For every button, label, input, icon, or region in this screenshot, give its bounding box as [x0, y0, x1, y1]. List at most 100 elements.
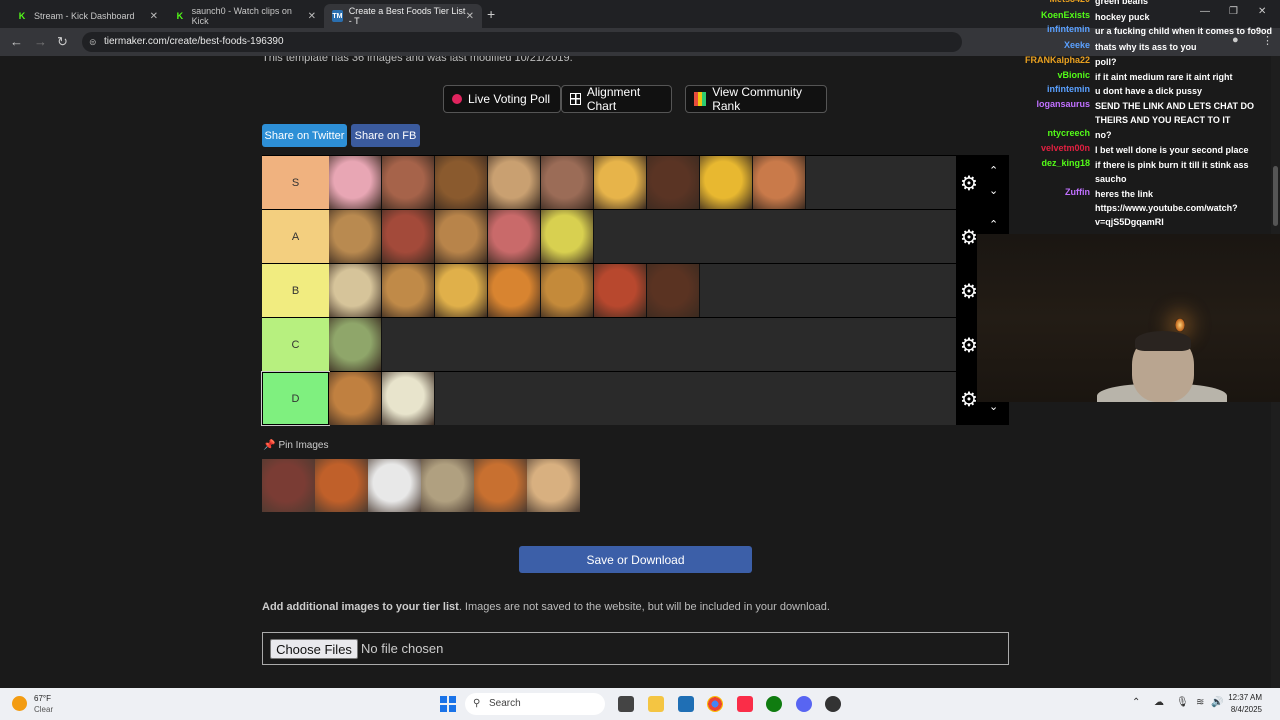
url-text: tiermaker.com/create/best-foods-196390: [104, 36, 284, 47]
tier-items: [329, 156, 806, 209]
food-image[interactable]: [474, 459, 527, 512]
move-down-icon[interactable]: ⌄: [989, 184, 998, 197]
food-image[interactable]: [329, 372, 382, 425]
food-image[interactable]: [594, 264, 647, 317]
gear-icon[interactable]: ⚙: [960, 387, 978, 412]
chat-username[interactable]: Zuffin: [1065, 187, 1090, 197]
site-info-icon[interactable]: ⊜: [89, 32, 97, 52]
food-image[interactable]: [329, 318, 382, 371]
food-image[interactable]: [541, 156, 594, 209]
tier-label[interactable]: D: [261, 371, 330, 426]
food-image[interactable]: [594, 156, 647, 209]
food-image[interactable]: [368, 459, 421, 512]
chat-username[interactable]: logansaurus: [1036, 99, 1090, 109]
file-explorer-icon[interactable]: [648, 696, 664, 712]
food-image[interactable]: [329, 210, 382, 263]
close-icon[interactable]: ✕: [466, 11, 474, 22]
gear-icon[interactable]: ⚙: [960, 333, 978, 358]
chat-username[interactable]: infintemin: [1047, 24, 1090, 34]
chat-text: if there is pink burn it till it stink a…: [1095, 160, 1249, 184]
food-image[interactable]: [541, 264, 594, 317]
ranking-icon: [694, 92, 707, 106]
clock[interactable]: 12:37 AM 8/4/2025: [1222, 692, 1262, 716]
food-image[interactable]: [488, 210, 541, 263]
forward-icon[interactable]: →: [34, 34, 47, 49]
food-image[interactable]: [541, 210, 594, 263]
alignment-chart-button[interactable]: Alignment Chart: [561, 85, 672, 113]
music-icon[interactable]: [737, 696, 753, 712]
share-twitter-button[interactable]: Share on Twitter: [262, 124, 347, 147]
back-icon[interactable]: ←: [10, 34, 23, 49]
new-tab-button[interactable]: +: [487, 6, 495, 22]
move-up-icon[interactable]: ⌃: [989, 218, 998, 231]
food-image[interactable]: [382, 210, 435, 263]
obs-icon[interactable]: [825, 696, 841, 712]
pin-label: Pin Images: [278, 440, 329, 451]
save-download-button[interactable]: Save or Download: [519, 546, 752, 573]
chat-username[interactable]: FRANKalpha22: [1025, 55, 1090, 65]
food-image[interactable]: [382, 156, 435, 209]
reload-icon[interactable]: ↻: [57, 34, 68, 50]
chat-text: SEND THE LINK AND LETS CHAT DO THEIRS AN…: [1095, 101, 1254, 125]
tab-kick-clips[interactable]: K saunch0 - Watch clips on Kick ✕: [166, 4, 324, 28]
chat-username[interactable]: Mets3420: [1049, 0, 1090, 4]
tier-label[interactable]: C: [262, 318, 329, 371]
cloud-icon[interactable]: ☁: [1154, 697, 1164, 708]
food-image[interactable]: [527, 459, 580, 512]
food-image[interactable]: [421, 459, 474, 512]
chat-username[interactable]: Xeeke: [1064, 40, 1090, 50]
food-image[interactable]: [382, 372, 435, 425]
chat-username[interactable]: ntycreech: [1047, 128, 1090, 138]
choose-files-button[interactable]: Choose Files: [270, 639, 358, 659]
start-icon[interactable]: [440, 696, 456, 712]
food-image[interactable]: [435, 210, 488, 263]
food-image[interactable]: [315, 459, 368, 512]
chevron-up-icon[interactable]: ⌃: [1132, 697, 1140, 708]
food-image[interactable]: [435, 156, 488, 209]
food-image[interactable]: [435, 264, 488, 317]
close-icon[interactable]: ✕: [308, 11, 316, 22]
food-image[interactable]: [647, 264, 700, 317]
food-image[interactable]: [262, 459, 315, 512]
chat-username[interactable]: infintemin: [1047, 84, 1090, 94]
wifi-icon[interactable]: ≋: [1196, 697, 1204, 708]
chat-username[interactable]: velvetm00n: [1041, 143, 1090, 153]
chat-username[interactable]: dez_king18: [1041, 158, 1090, 168]
share-fb-button[interactable]: Share on FB: [351, 124, 420, 147]
food-image[interactable]: [329, 264, 382, 317]
weather-condition: Clear: [34, 705, 54, 714]
url-field[interactable]: ⊜ tiermaker.com/create/best-foods-196390: [82, 32, 962, 52]
food-image[interactable]: [647, 156, 700, 209]
food-image[interactable]: [753, 156, 806, 209]
kick-icon: K: [18, 11, 26, 21]
tab-kick-dashboard[interactable]: K Stream - Kick Dashboard ✕: [8, 4, 166, 28]
chrome-icon[interactable]: [707, 696, 723, 712]
tier-label[interactable]: A: [262, 210, 329, 263]
close-icon[interactable]: ✕: [150, 11, 158, 22]
store-icon[interactable]: [678, 696, 694, 712]
xbox-icon[interactable]: [766, 696, 782, 712]
discord-icon[interactable]: [796, 696, 812, 712]
tier-label[interactable]: B: [262, 264, 329, 317]
gear-icon[interactable]: ⚙: [960, 171, 978, 196]
food-image[interactable]: [700, 156, 753, 209]
view-community-rank-button[interactable]: View Community Rank: [685, 85, 827, 113]
food-image[interactable]: [329, 156, 382, 209]
pin-images-toggle[interactable]: 📌 Pin Images: [263, 440, 328, 451]
tab-tiermaker[interactable]: TM Create a Best Foods Tier List - T ✕: [324, 4, 482, 28]
live-voting-poll-button[interactable]: Live Voting Poll: [443, 85, 561, 113]
food-image[interactable]: [488, 156, 541, 209]
chat-username[interactable]: vBionic: [1057, 70, 1090, 80]
gear-icon[interactable]: ⚙: [960, 225, 978, 250]
gear-icon[interactable]: ⚙: [960, 279, 978, 304]
task-view-icon[interactable]: [618, 696, 634, 712]
temperature: 67°F: [34, 694, 51, 703]
taskbar-search[interactable]: ⚲ Search: [465, 693, 605, 715]
food-image[interactable]: [382, 264, 435, 317]
move-up-icon[interactable]: ⌃: [989, 164, 998, 177]
tier-label[interactable]: S: [262, 156, 329, 209]
chat-username[interactable]: KoenExists: [1041, 10, 1090, 20]
food-image[interactable]: [488, 264, 541, 317]
image-pool: [262, 459, 580, 512]
mic-icon[interactable]: 🎙: [1176, 697, 1189, 708]
